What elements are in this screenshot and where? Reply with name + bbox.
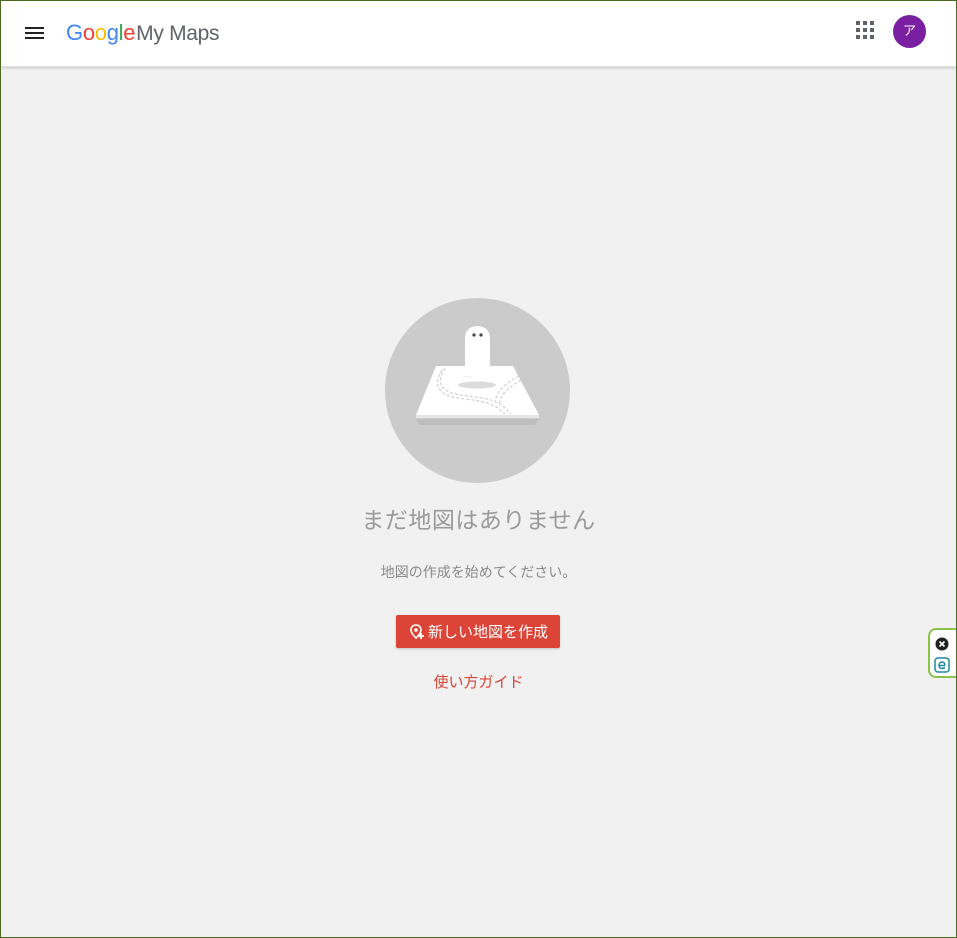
top-app-bar: G o o g l e My Maps ア [1, 1, 956, 67]
logo-letter: e [123, 20, 136, 45]
usage-guide-link[interactable]: 使い方ガイド [1, 671, 956, 692]
main-menu-button[interactable] [21, 19, 49, 47]
google-apps-button[interactable] [854, 19, 876, 41]
create-new-map-label: 新しい地図を作成 [427, 623, 548, 641]
logo-product-name: My Maps [136, 22, 220, 45]
account-avatar[interactable]: ア [893, 15, 926, 48]
logo-letter: G [66, 20, 83, 45]
google-my-maps-logo[interactable]: G o o g l e My Maps [66, 18, 220, 48]
app-window: G o o g l e My Maps ア まだ地図はありません 地図の作成を始… [0, 0, 957, 938]
hamburger-menu-icon-line-2 [25, 32, 44, 34]
logo-letter: o [94, 20, 107, 45]
create-new-map-button[interactable]: 新しい地図を作成 [396, 615, 560, 648]
logo-letter: g [106, 20, 119, 45]
close-circle-icon[interactable] [935, 637, 949, 651]
hamburger-menu-icon-line-1 [25, 27, 44, 29]
extension-side-widget [928, 628, 956, 678]
logo-letter: o [82, 20, 95, 45]
letter-e-icon[interactable] [934, 657, 950, 673]
empty-state-title: まだ地図はありません [361, 508, 596, 534]
empty-maps-illustration [385, 298, 570, 483]
add-map-icon [410, 623, 424, 639]
hamburger-menu-icon-line-3 [25, 37, 44, 39]
apps-grid-icon [856, 21, 874, 39]
empty-state-subtitle: 地図の作成を始めてください。 [380, 565, 577, 581]
